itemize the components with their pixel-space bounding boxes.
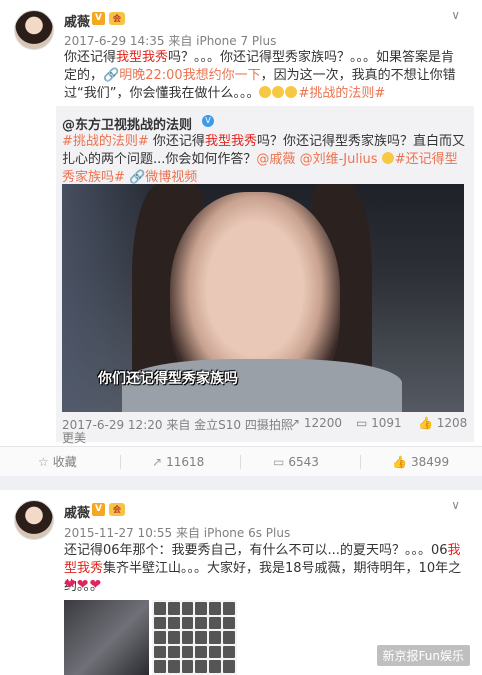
highlight-keyword[interactable]: 我型我秀: [205, 134, 257, 149]
divider: [120, 455, 121, 469]
repost-reposts[interactable]: ↗ 12200: [290, 416, 342, 430]
star-icon: ☆: [38, 455, 49, 469]
comment-icon: ▭: [273, 455, 285, 469]
post-text: 你还记得我型我秀吗？。。。你还记得型秀家族吗？。。。如果答案是肯定的，🔗明晚22…: [64, 50, 456, 101]
divider: [240, 455, 241, 469]
verified-badge-icon: V: [92, 503, 105, 516]
thumb-up-icon: 👍: [418, 416, 437, 430]
verified-blue-icon: V: [202, 115, 214, 127]
repost-text: #挑战的法则# 你还记得我型我秀吗？你还记得型秀家族吗？直白而又扎心的两个问题.…: [62, 134, 465, 185]
group-photo[interactable]: [64, 600, 149, 675]
topic-link[interactable]: #挑战的法则#: [298, 86, 385, 101]
post-meta[interactable]: 2017-6-29 14:35 来自 iPhone 7 Plus: [64, 32, 276, 49]
divider: [360, 455, 361, 469]
repost-comments[interactable]: ▭ 1091: [356, 416, 402, 430]
cry-emoji-icon: [285, 86, 298, 98]
hearts-emoji: ❤❤❤: [64, 577, 103, 593]
post-actions: ☆ 收藏 ↗ 11618 ▭ 6543 👍 38499: [0, 446, 482, 476]
post-meta[interactable]: 2015-11-27 10:55 来自 iPhone 6s Plus: [64, 524, 290, 541]
member-crown-icon[interactable]: 会: [109, 503, 125, 516]
video-subtitle: 你们还记得型秀家族吗: [98, 371, 238, 387]
repost-author[interactable]: @东方卫视挑战的法则: [62, 114, 192, 133]
username[interactable]: 戚薇: [64, 11, 90, 30]
username[interactable]: 戚薇: [64, 502, 90, 521]
comment-icon: ▭: [356, 416, 372, 430]
member-crown-icon[interactable]: 会: [109, 12, 125, 25]
chevron-down-icon[interactable]: ∨: [451, 8, 460, 22]
chevron-down-icon[interactable]: ∨: [451, 498, 460, 512]
cry-emoji-icon: [272, 86, 285, 98]
repost-icon: ↗: [152, 455, 163, 469]
watermark: 新京报Fun娱乐: [376, 645, 470, 666]
web-link[interactable]: 🔗明晚22:00我想约你一下: [103, 68, 261, 83]
topic-link[interactable]: #挑战的法则#: [62, 134, 149, 149]
video-thumbnail[interactable]: 你们还记得型秀家族吗: [62, 184, 464, 412]
avatar[interactable]: [14, 10, 54, 50]
repost-meta[interactable]: 2017-6-29 12:20 来自 金立S10 四摄拍照: [62, 416, 293, 433]
weibo-post-card: 戚薇 V 会 ∨ 2017-6-29 14:35 来自 iPhone 7 Plu…: [0, 0, 482, 476]
thumb-up-icon: 👍: [392, 455, 407, 469]
repost-likes[interactable]: 👍 1208: [418, 416, 467, 430]
repost-more-link[interactable]: 更美: [62, 429, 86, 446]
mention-link[interactable]: @刘维-Julius: [300, 152, 378, 167]
mention-link[interactable]: @戚薇: [256, 152, 295, 167]
repost-icon: ↗: [290, 416, 304, 430]
emoji-icon: [381, 152, 394, 164]
repost-box: @东方卫视挑战的法则 V #挑战的法则# 你还记得我型我秀吗？你还记得型秀家族吗…: [56, 106, 474, 445]
like-button[interactable]: 👍 38499: [392, 447, 449, 477]
collage-photo[interactable]: [152, 600, 237, 675]
video-link[interactable]: 🔗微博视频: [129, 170, 197, 185]
post-text: 还记得06年那个：我要秀自己，有什么不可以...的夏天吗？。。。06我型我秀集齐…: [64, 543, 462, 594]
avatar[interactable]: [14, 500, 54, 540]
highlight-keyword[interactable]: 我型我秀: [116, 50, 168, 65]
comment-button[interactable]: ▭ 6543: [273, 447, 319, 477]
cry-emoji-icon: [259, 86, 272, 98]
favorite-button[interactable]: ☆ 收藏: [38, 447, 77, 477]
repost-button[interactable]: ↗ 11618: [152, 447, 204, 477]
verified-badge-icon: V: [92, 12, 105, 25]
